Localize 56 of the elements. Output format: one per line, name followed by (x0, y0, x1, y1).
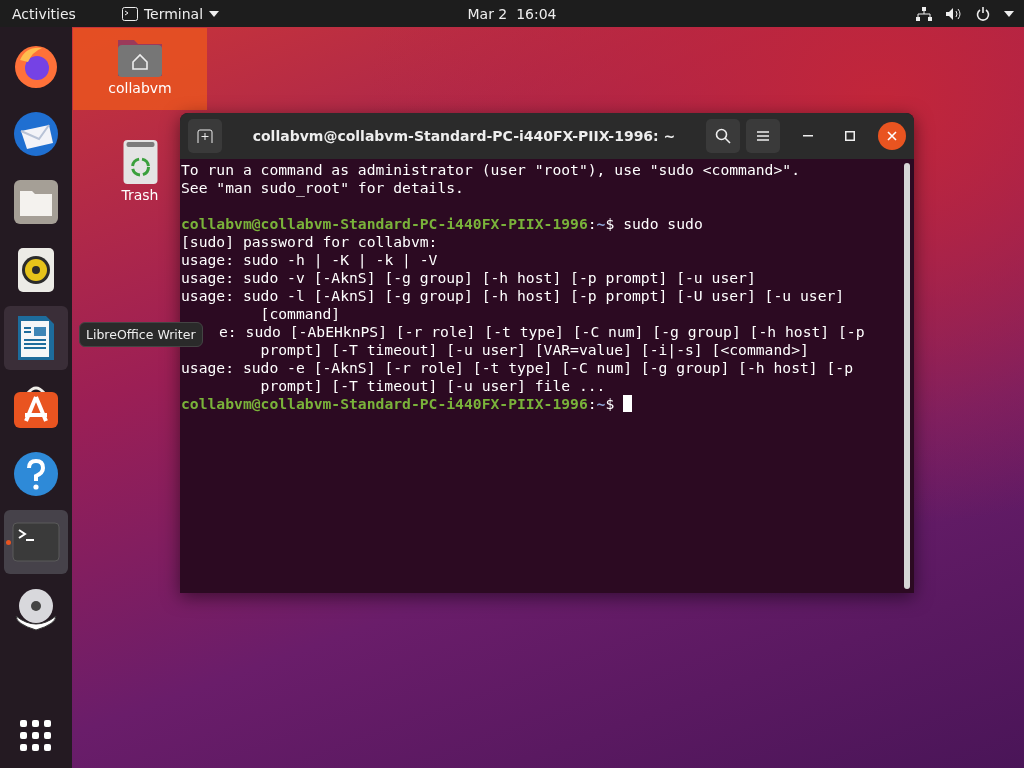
scrollbar[interactable] (904, 163, 910, 589)
new-tab-icon (197, 129, 213, 143)
prompt-user-host: collabvm@collabvm-Standard-PC-i440FX-PIIX-1996 (181, 395, 588, 412)
prompt-separator: : (587, 395, 597, 412)
dock-item[interactable] (4, 306, 68, 370)
app-grid-icon[interactable] (20, 720, 52, 752)
prompt-symbol: $ (605, 395, 615, 412)
dvd-disc-icon (14, 588, 58, 632)
search-button[interactable] (706, 119, 740, 153)
icon-label: Trash (121, 187, 159, 203)
prompt-path: ~ (596, 215, 606, 232)
terminal-output: prompt] [-T timeout] [-u user] [VAR=value] [-i|-s] [<command>] (260, 341, 809, 358)
terminal-output: usage: sudo -e [-AknS] [-r role] [-t type] [-C num] [-g group] [-h host] [-p (181, 359, 854, 376)
desktop-icon[interactable]: Trash (119, 139, 161, 203)
caret-icon[interactable] (1004, 10, 1014, 17)
volume-icon[interactable] (946, 6, 962, 21)
caret-icon (209, 10, 220, 17)
terminal-icon (12, 522, 60, 562)
terminal-output: usage: sudo -l [-AknS] [-g group] [-h host] [-p prompt] [-U user] [-u user] (181, 287, 845, 304)
maximize-icon (845, 131, 855, 141)
close-icon (887, 131, 897, 141)
network-icon[interactable] (916, 6, 932, 21)
close-button[interactable] (878, 122, 906, 150)
mail-icon (11, 109, 61, 159)
icon-label: collabvm (108, 80, 172, 96)
terminal-output: usage: sudo -h | -K | -k | -V (181, 251, 438, 268)
folder-icon (13, 179, 59, 225)
desktop-icon[interactable]: collabvm (73, 28, 207, 110)
prompt-separator: : (587, 215, 597, 232)
terminal-output: e: sudo [-AbEHknPS] [-r role] [-t type] [-C num] [-g group] [-h host] [-p (219, 323, 865, 340)
menu-icon (757, 131, 769, 141)
terminal-output: [sudo] password for collabvm: (181, 233, 438, 250)
window-title: collabvm@collabvm-Standard-PC-i440FX-PIIX-1996: ~ (251, 128, 677, 144)
terminal-icon (121, 6, 138, 21)
activities-button[interactable]: Activities (12, 5, 76, 22)
terminal-output: To run a command as administrator (user "root"), use "sudo <command>". (181, 161, 800, 178)
speaker-icon (17, 247, 55, 293)
clock[interactable]: Mar 2 16:04 (467, 5, 557, 22)
new-tab-button[interactable] (188, 119, 222, 153)
tooltip: LibreOffice Writer (79, 322, 203, 347)
prompt-symbol: $ (605, 215, 615, 232)
document-icon (17, 315, 55, 361)
trash-icon (122, 139, 158, 185)
power-icon[interactable] (976, 6, 990, 21)
search-icon (715, 128, 731, 144)
prompt-path: ~ (596, 395, 606, 412)
terminal-output: usage: sudo -v [-AknS] [-g group] [-h host] [-p prompt] [-u user] (181, 269, 756, 286)
minimize-icon (803, 135, 813, 137)
help-icon (13, 451, 59, 497)
terminal-output: prompt] [-T timeout] [-u user] file ... (260, 377, 606, 394)
prompt-user-host: collabvm@collabvm-Standard-PC-i440FX-PIIX-1996 (181, 215, 588, 232)
menu-button[interactable] (746, 119, 780, 153)
terminal-command: sudo sudo (623, 215, 703, 232)
app-menu[interactable]: Terminal (143, 5, 204, 22)
terminal-output: [command] (260, 305, 341, 322)
terminal-output: See "man sudo_root" for details. (181, 179, 464, 196)
